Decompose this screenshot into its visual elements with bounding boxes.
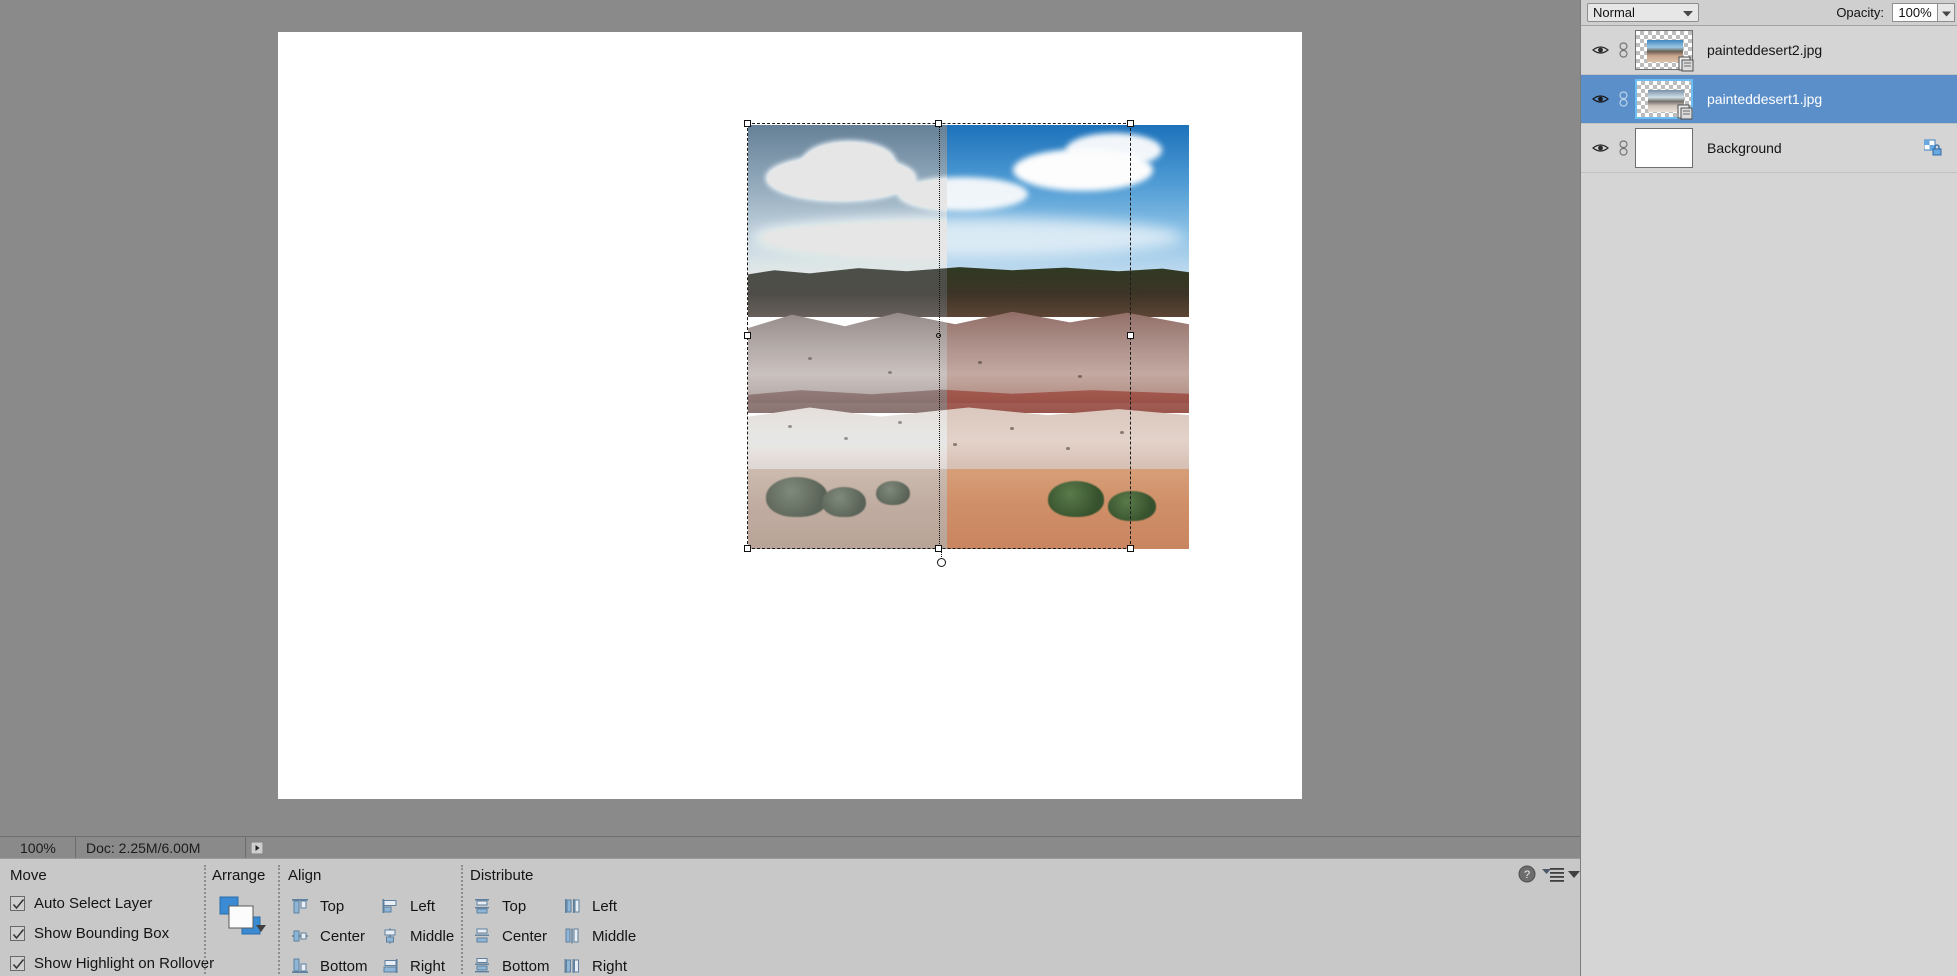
image-composite (748, 125, 1389, 549)
layers-panel: Normal Opacity: 100% painteddesert2.jpg … (1580, 0, 1957, 976)
align-top-edges-button[interactable]: Top (290, 897, 344, 915)
rotation-pivot-handle[interactable] (937, 558, 946, 567)
option-label: Show Bounding Box (34, 925, 170, 942)
option-show-bounding-box[interactable]: Show Bounding Box (10, 925, 169, 942)
canvas-workspace[interactable] (0, 0, 1580, 836)
align-item-label: Center (320, 927, 366, 945)
distribute-item-label: Center (502, 927, 548, 945)
smart-object-badge-icon (1678, 56, 1694, 72)
align-right-edges-icon (380, 957, 400, 975)
align-horizontal-centers-icon (380, 927, 400, 945)
opacity-input[interactable]: 100% (1892, 3, 1938, 22)
opacity-stepper[interactable] (1938, 3, 1955, 22)
distribute-item-label: Middle (592, 927, 637, 945)
blend-mode-select[interactable]: Normal (1587, 3, 1699, 22)
layer-row-painteddesert2[interactable]: painteddesert2.jpg (1581, 26, 1957, 75)
layer-row-painteddesert1[interactable]: painteddesert1.jpg (1581, 75, 1957, 124)
help-question-icon[interactable]: ? (1518, 865, 1536, 883)
distribute-top-edges-button[interactable]: Top (472, 897, 526, 915)
align-horizontal-centers-button[interactable]: Middle (380, 927, 454, 945)
align-item-label: Top (320, 897, 345, 915)
distribute-item-label: Left (592, 897, 618, 915)
document-size-field[interactable]: Doc: 2.25M/6.00M (76, 837, 246, 858)
svg-text:?: ? (1524, 869, 1530, 881)
eye-icon[interactable] (1587, 44, 1613, 56)
checkbox-checked-icon[interactable] (10, 926, 25, 941)
align-item-label: Bottom (320, 957, 368, 975)
arrange-group-title: Arrange (212, 867, 266, 884)
layer-row-background[interactable]: Background (1581, 124, 1957, 173)
triangle-right-icon[interactable] (246, 837, 268, 858)
align-item-label: Middle (410, 927, 455, 945)
align-item-label: Right (410, 957, 446, 975)
distribute-right-edges-icon (562, 957, 582, 975)
link-icon[interactable] (1613, 91, 1633, 107)
distribute-left-edges-button[interactable]: Left (562, 897, 617, 915)
link-icon[interactable] (1613, 42, 1633, 58)
align-vertical-centers-icon (290, 927, 310, 945)
checkbox-checked-icon[interactable] (10, 956, 25, 971)
layers-panel-toolbar: Normal Opacity: 100% (1581, 0, 1957, 26)
layer-name: painteddesert1.jpg (1707, 91, 1823, 107)
eye-icon[interactable] (1587, 93, 1613, 105)
align-vertical-centers-button[interactable]: Center (290, 927, 365, 945)
panel-menu-icon[interactable] (1542, 867, 1566, 883)
opacity-label: Opacity: (1836, 5, 1884, 20)
distribute-item-label: Bottom (502, 957, 550, 975)
distribute-bottom-edges-button[interactable]: Bottom (472, 957, 550, 975)
distribute-item-label: Top (502, 897, 527, 915)
eye-icon[interactable] (1587, 142, 1613, 154)
distribute-right-edges-button[interactable]: Right (562, 957, 627, 975)
align-left-edges-button[interactable]: Left (380, 897, 435, 915)
align-right-edges-button[interactable]: Right (380, 957, 445, 975)
layer-name: Background (1707, 140, 1782, 156)
distribute-horizontal-centers-icon (562, 927, 582, 945)
distribute-item-label: Right (592, 957, 628, 975)
align-item-label: Left (410, 897, 436, 915)
distribute-top-edges-icon (472, 897, 492, 915)
smart-object-badge-icon (1677, 104, 1693, 120)
align-group-title: Align (288, 867, 322, 884)
chevron-down-icon (1941, 4, 1951, 22)
tool-options-panel: Move Auto Select Layer Show Bounding Box… (0, 858, 1580, 976)
layer-thumbnail[interactable] (1633, 128, 1695, 168)
document-canvas[interactable] (278, 32, 1302, 799)
layer-painteddesert1-image (748, 125, 947, 549)
distribute-group-title: Distribute (470, 867, 534, 884)
link-icon[interactable] (1613, 140, 1633, 156)
opacity-value: 100% (1898, 5, 1932, 20)
lock-transparency-icon (1923, 139, 1942, 157)
align-bottom-edges-icon (290, 957, 310, 975)
zoom-level-field[interactable]: 100% (0, 837, 76, 858)
document-status-bar: 100% Doc: 2.25M/6.00M (0, 836, 1580, 858)
layer-list: painteddesert2.jpg painteddesert1.jpg Ba… (1581, 26, 1957, 173)
distribute-vertical-centers-icon (472, 927, 492, 945)
divider-move-arrange (204, 865, 206, 974)
align-bottom-edges-button[interactable]: Bottom (290, 957, 368, 975)
layer-thumbnail[interactable] (1633, 30, 1695, 72)
option-label: Show Highlight on Rollover (34, 955, 215, 972)
layer-thumbnail[interactable] (1633, 79, 1695, 120)
move-group-title: Move (10, 867, 47, 884)
chevron-down-icon (1683, 5, 1693, 20)
checkbox-checked-icon[interactable] (10, 896, 25, 911)
arrange-layers-icon[interactable] (218, 895, 270, 941)
align-top-edges-icon (290, 897, 310, 915)
layer-painteddesert2-image (947, 125, 1389, 549)
option-auto-select-layer[interactable]: Auto Select Layer (10, 895, 152, 912)
document-size-value: Doc: 2.25M/6.00M (86, 839, 201, 856)
distribute-vertical-centers-button[interactable]: Center (472, 927, 547, 945)
blend-mode-value: Normal (1593, 5, 1635, 20)
option-label: Auto Select Layer (34, 895, 153, 912)
distribute-bottom-edges-icon (472, 957, 492, 975)
zoom-level-value: 100% (20, 839, 56, 856)
option-show-highlight-on-rollover[interactable]: Show Highlight on Rollover (10, 955, 214, 972)
align-left-edges-icon (380, 897, 400, 915)
distribute-left-edges-icon (562, 897, 582, 915)
distribute-horizontal-centers-button[interactable]: Middle (562, 927, 636, 945)
divider-align-distribute (461, 865, 463, 974)
layer-name: painteddesert2.jpg (1707, 42, 1823, 58)
photoshop-window: 100% Doc: 2.25M/6.00M Move Auto Select L… (0, 0, 1957, 976)
divider-arrange-align (278, 865, 280, 974)
